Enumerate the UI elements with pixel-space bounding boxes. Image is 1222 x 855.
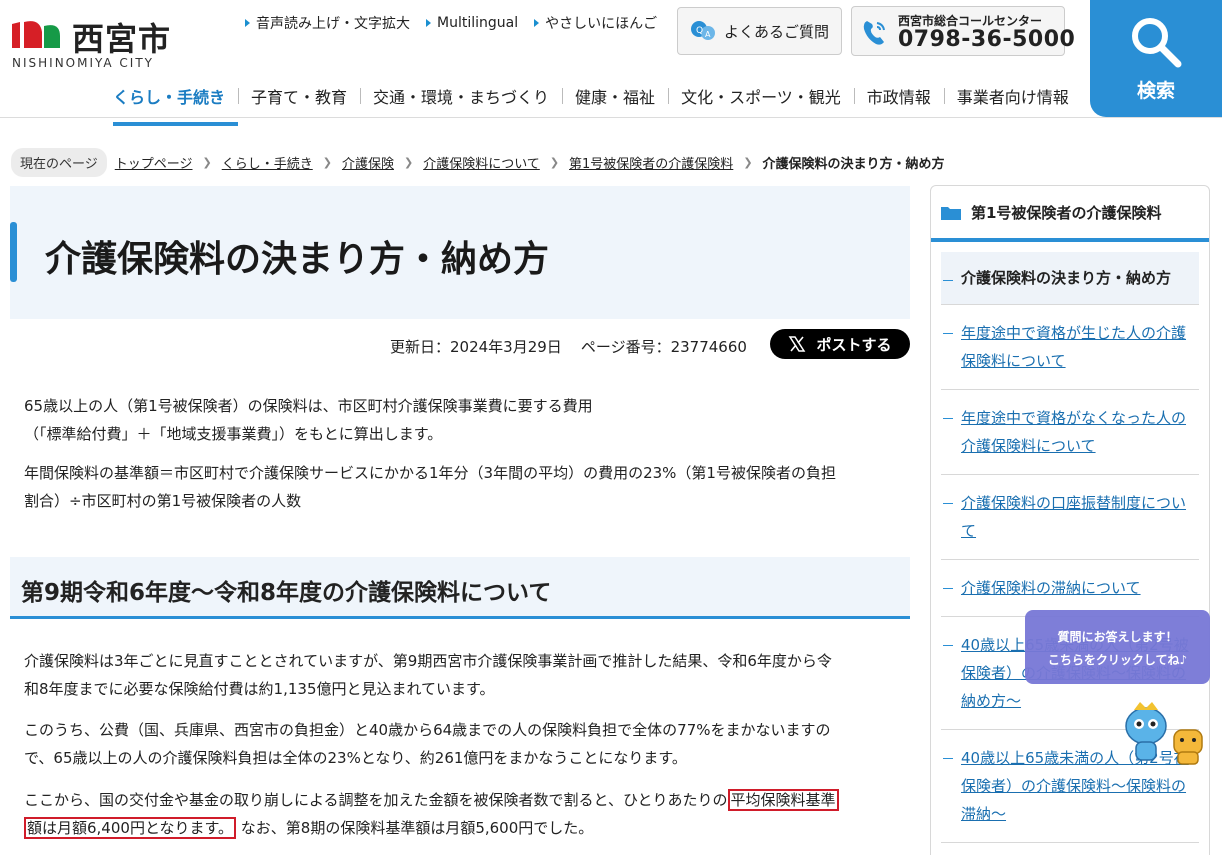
nav-transport[interactable]: 交通・環境・まちづくり (360, 78, 562, 126)
search-icon (1132, 18, 1182, 68)
sidebar-link[interactable]: 年度途中で資格が生じた人の介護保険料について (961, 324, 1186, 370)
intro-paragraph-2: 年間保険料の基準額＝市区町村で介護保険サービスにかかる1年分（3年間の平均）の費… (24, 464, 836, 510)
search-button[interactable]: 検索 (1090, 0, 1222, 117)
sidebar-link[interactable]: 介護保険料の滞納について (961, 579, 1141, 597)
breadcrumb-item[interactable]: くらし・手続き (222, 153, 313, 172)
sidebar-item-current: 介護保険料の決まり方・納め方 (941, 252, 1199, 305)
updated-date: 更新日：2024年3月29日 (390, 338, 562, 356)
nav-living[interactable]: くらし・手続き (113, 78, 239, 126)
section-heading-box: 第9期令和6年度～令和8年度の介護保険料について (10, 557, 910, 619)
phone-icon (863, 21, 885, 45)
util-link-read-aloud[interactable]: 音声読み上げ・文字拡大 (245, 13, 410, 33)
breadcrumb-current: 介護保険料の決まり方・納め方 (762, 157, 945, 172)
page-meta: 更新日：2024年3月29日 ページ番号：23774660 (390, 336, 747, 357)
body-paragraph-2: このうち、公費（国、兵庫県、西宮市の負担金）と40歳から64歳までの人の保険料負… (24, 721, 831, 767)
sidebar-link[interactable]: 年度途中で資格がなくなった人の介護保険料について (961, 409, 1186, 455)
chevron-right-icon: ❯ (202, 156, 212, 169)
title-accent-bar (10, 222, 17, 282)
sidebar-heading: 第1号被保険者の介護保険料 (931, 186, 1209, 242)
qa-icon: Q A (691, 21, 715, 40)
highlighted-text: 平均保険料基準 (727, 789, 839, 811)
triangle-icon (534, 19, 540, 27)
page-title-box: 介護保険料の決まり方・納め方 (10, 186, 910, 319)
chevron-right-icon: ❯ (743, 156, 753, 169)
x-post-button[interactable]: ポストする (770, 329, 910, 359)
chatbot-bubble[interactable]: 質問にお答えします！ こちらをクリックしてね♪ (1025, 610, 1210, 684)
triangle-icon (245, 19, 250, 27)
breadcrumb-item[interactable]: 介護保険 (342, 153, 394, 172)
utility-links: 音声読み上げ・文字拡大 Multilingual やさしいにほんご (245, 13, 657, 33)
page-number: ページ番号：23774660 (580, 338, 747, 356)
nav-city-info[interactable]: 市政情報 (853, 78, 944, 126)
call-center-button[interactable]: 西宮市総合コールセンター 0798-36-5000 (851, 6, 1075, 56)
body-paragraph-1: 介護保険料は3年ごとに見直すこととされていますが、第9期西宮市介護保険事業計画で… (24, 652, 832, 698)
page-title: 介護保険料の決まり方・納め方 (45, 239, 550, 280)
util-link-multilingual[interactable]: Multilingual (426, 13, 518, 33)
sidebar-link[interactable]: 介護保険料の口座振替制度について (961, 494, 1186, 540)
breadcrumb-item[interactable]: 介護保険料について (423, 153, 540, 172)
highlighted-text: 額は月額6,400円となります。 (24, 817, 236, 839)
util-link-easy-japanese[interactable]: やさしいにほんご (534, 13, 657, 33)
breadcrumb-item[interactable]: トップページ (115, 153, 193, 172)
chevron-right-icon: ❯ (322, 156, 332, 169)
logo-text: 西宮市 (72, 20, 172, 58)
sidebar-item: 介護保険料の滞納について (941, 560, 1199, 617)
nav-culture[interactable]: 文化・スポーツ・観光 (668, 78, 854, 126)
sidebar-item: 年度途中で資格が生じた人の介護保険料について (941, 305, 1199, 390)
svg-text:A: A (705, 30, 711, 39)
folder-icon (941, 206, 961, 220)
mascot-characters-icon[interactable] (1120, 696, 1206, 768)
nav-childcare[interactable]: 子育て・教育 (238, 78, 360, 126)
faq-button[interactable]: Q A よくあるご質問 (677, 7, 842, 55)
global-nav: くらし・手続き 子育て・教育 交通・環境・まちづくり 健康・福祉 文化・スポーツ… (113, 78, 1082, 126)
city-emblem-icon (12, 21, 60, 48)
nav-health[interactable]: 健康・福祉 (562, 78, 668, 126)
section-heading: 第9期令和6年度～令和8年度の介護保険料について (21, 580, 552, 606)
body-paragraph-3: ここから、国の交付金や基金の取り崩しによる調整を加えた金額を被保険者数で割ると、… (24, 786, 839, 842)
chevron-right-icon: ❯ (403, 156, 414, 169)
call-center-number: 0798-36-5000 (898, 27, 1076, 52)
sidebar-item: 年度途中で資格がなくなった人の介護保険料について (941, 390, 1199, 475)
intro-paragraph-1: 65歳以上の人（第1号被保険者）の保険料は、市区町村介護保険事業費に要する費用 … (24, 397, 593, 443)
sidebar-item: 介護保険料の口座振替制度について (941, 475, 1199, 560)
nav-business[interactable]: 事業者向け情報 (943, 78, 1082, 126)
breadcrumb-item[interactable]: 第1号被保険者の介護保険料 (569, 153, 733, 172)
logo-subtext: NISHINOMIYA CITY (12, 56, 155, 70)
x-logo-icon (789, 336, 806, 352)
breadcrumb: 現在のページ トップページ ❯ くらし・手続き ❯ 介護保険 ❯ 介護保険料につ… (11, 148, 945, 177)
chevron-right-icon: ❯ (549, 156, 560, 169)
triangle-icon (426, 19, 431, 27)
svg-text:Q: Q (696, 26, 703, 36)
site-header: 西宮市 NISHINOMIYA CITY 音声読み上げ・文字拡大 Multili… (0, 0, 1222, 126)
breadcrumb-tag: 現在のページ (11, 148, 107, 177)
